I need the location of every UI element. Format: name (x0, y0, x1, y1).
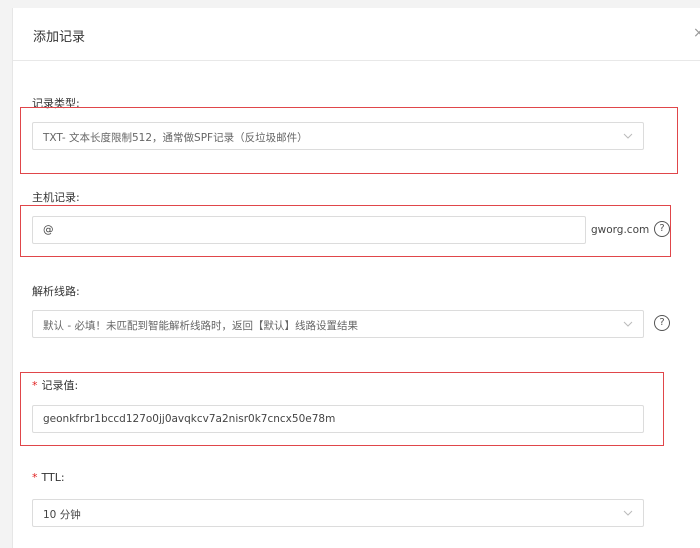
ttl-label: * TTL: (32, 471, 65, 484)
ttl-label-text: TTL: (41, 471, 65, 484)
chevron-down-icon (623, 510, 633, 516)
host-record-value: @ (43, 224, 54, 236)
add-record-dialog: 添加记录 × (12, 8, 700, 548)
dialog-title: 添加记录 (33, 30, 86, 45)
domain-suffix: gworg.com (591, 224, 650, 236)
host-record-input[interactable]: @ (32, 216, 586, 244)
ttl-value: 10 分钟 (43, 509, 81, 521)
ttl-select[interactable]: 10 分钟 (32, 499, 644, 527)
record-type-select[interactable]: TXT- 文本长度限制512，通常做SPF记录（反垃圾邮件） (32, 122, 644, 150)
line-label: 解析线路: (32, 285, 80, 298)
required-mark: * (32, 379, 38, 392)
help-icon[interactable]: ? (654, 221, 670, 237)
record-type-label: 记录类型: (32, 97, 80, 110)
dialog-header: 添加记录 × (13, 8, 700, 61)
chevron-down-icon (623, 133, 633, 139)
record-value-text: geonkfrbr1bccd127o0jj0avqkcv7a2nisr0k7cn… (43, 413, 336, 425)
line-value: 默认 - 必填！未匹配到智能解析线路时，返回【默认】线路设置结果 (43, 320, 358, 332)
record-type-value: TXT- 文本长度限制512，通常做SPF记录（反垃圾邮件） (43, 132, 308, 144)
record-value-input[interactable]: geonkfrbr1bccd127o0jj0avqkcv7a2nisr0k7cn… (32, 405, 644, 433)
chevron-down-icon (623, 321, 633, 327)
required-mark: * (32, 471, 38, 484)
record-value-label-text: 记录值: (41, 379, 79, 392)
record-value-label: * 记录值: (32, 377, 78, 393)
host-record-label: 主机记录: (32, 191, 80, 204)
close-icon[interactable]: × (693, 26, 700, 40)
line-select[interactable]: 默认 - 必填！未匹配到智能解析线路时，返回【默认】线路设置结果 (32, 310, 644, 338)
help-icon[interactable]: ? (654, 315, 670, 331)
